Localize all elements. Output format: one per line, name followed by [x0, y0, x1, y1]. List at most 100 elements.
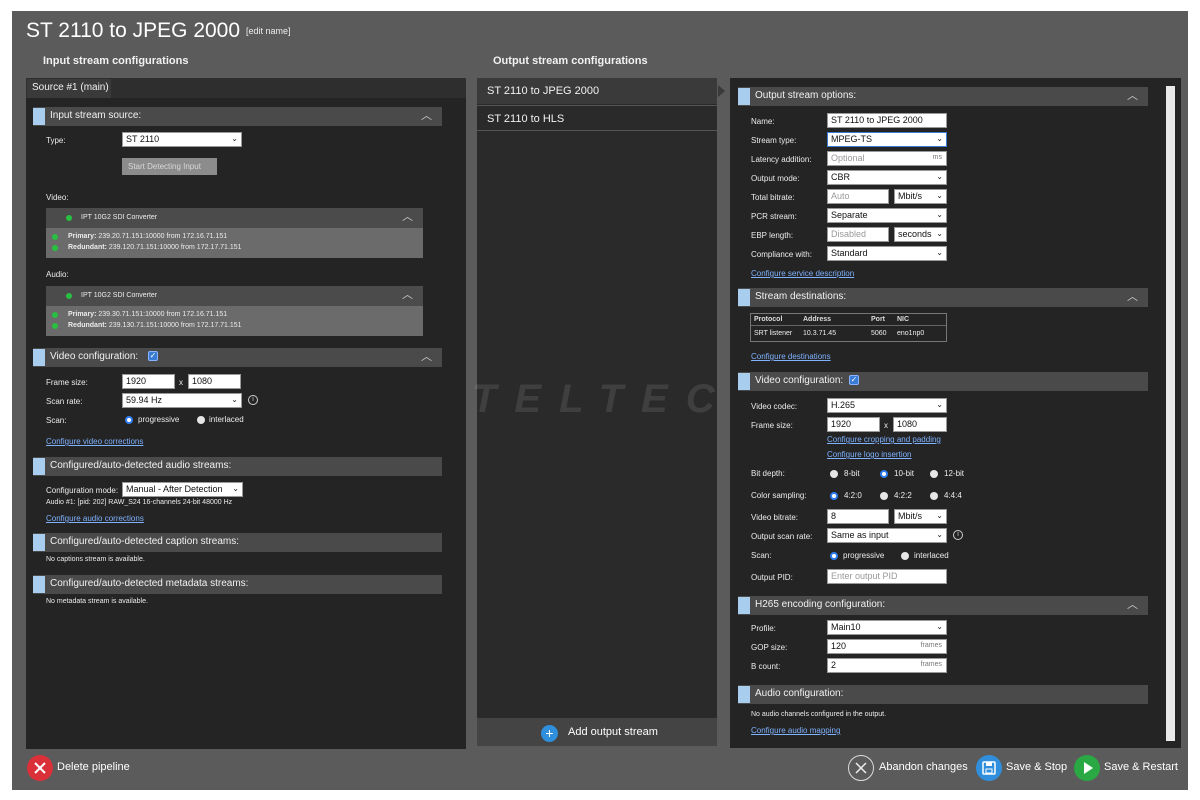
bcount-input[interactable]: 2 frames: [827, 658, 947, 673]
interlaced-radio[interactable]: [197, 416, 205, 424]
out-height-input[interactable]: 1080: [893, 417, 947, 432]
chevron-down-icon: ⌄: [936, 400, 943, 409]
input-type-select[interactable]: ST 2110 ⌄: [122, 132, 242, 147]
progressive-label: progressive: [138, 415, 180, 424]
chevron-down-icon: ⌄: [936, 530, 943, 539]
destinations-section[interactable]: Stream destinations: ︿: [738, 288, 1148, 307]
stream-type-select[interactable]: MPEG-TS ⌄: [827, 132, 947, 147]
abandon-changes-button[interactable]: [848, 755, 874, 781]
output-options-section[interactable]: Output stream options: ︿: [738, 87, 1148, 106]
add-output-stream-button[interactable]: + Add output stream: [477, 718, 717, 746]
info-icon[interactable]: i: [953, 530, 963, 540]
type-label: Type:: [46, 136, 66, 145]
frame-width-input[interactable]: 1920: [122, 374, 175, 389]
info-icon[interactable]: i: [248, 395, 258, 405]
sampling-444-radio[interactable]: [930, 492, 938, 500]
chevron-up-icon[interactable]: ︿: [1127, 87, 1138, 103]
name-input[interactable]: ST 2110 to JPEG 2000: [827, 113, 947, 128]
output-video-section[interactable]: Video configuration: ✓: [738, 372, 1148, 391]
depth-10-radio[interactable]: [880, 470, 888, 478]
progressive-radio[interactable]: [125, 416, 133, 424]
chevron-up-icon[interactable]: ︿: [1127, 596, 1138, 612]
output-audio-section[interactable]: Audio configuration:: [738, 685, 1148, 704]
section-title: Configured/auto-detected caption streams…: [50, 536, 239, 547]
out-interlaced-label: interlaced: [914, 551, 949, 560]
configure-cropping-link[interactable]: Configure cropping and padding: [827, 435, 941, 444]
video-enable-checkbox[interactable]: ✓: [148, 351, 158, 361]
chevron-down-icon: ⌄: [936, 622, 943, 631]
audio-streams-section[interactable]: Configured/auto-detected audio streams:: [33, 457, 442, 476]
redundant-status-dot-icon: [52, 245, 58, 251]
delete-pipeline-label[interactable]: Delete pipeline: [57, 761, 130, 773]
latency-input[interactable]: Optional ms: [827, 151, 947, 166]
compliance-select[interactable]: Standard ⌄: [827, 246, 947, 261]
gop-input[interactable]: 120 frames: [827, 639, 947, 654]
chevron-up-icon[interactable]: ︿: [402, 286, 413, 302]
output-mode-select[interactable]: CBR ⌄: [827, 170, 947, 185]
chevron-up-icon[interactable]: ︿: [421, 348, 432, 364]
bcount-label: B count:: [751, 662, 781, 671]
chevron-up-icon[interactable]: ︿: [402, 208, 413, 224]
video-codec-select[interactable]: H.265 ⌄: [827, 398, 947, 413]
h265-section[interactable]: H265 encoding configuration: ︿: [738, 596, 1148, 615]
sampling-422-radio[interactable]: [880, 492, 888, 500]
configure-audio-mapping-link[interactable]: Configure audio mapping: [751, 726, 840, 735]
chevron-down-icon: ⌄: [231, 134, 238, 143]
delete-pipeline-button[interactable]: [27, 755, 53, 781]
save-stop-label[interactable]: Save & Stop: [1006, 761, 1067, 773]
save-restart-button[interactable]: [1074, 755, 1100, 781]
chevron-up-icon[interactable]: ︿: [421, 107, 432, 123]
output-config-panel: Output stream options: ︿ Name: ST 2110 t…: [730, 78, 1181, 748]
metadata-streams-section[interactable]: Configured/auto-detected metadata stream…: [33, 575, 442, 594]
save-restart-label[interactable]: Save & Restart: [1104, 761, 1178, 773]
section-marker: [33, 458, 45, 475]
chevron-up-icon[interactable]: ︿: [1127, 288, 1138, 304]
out-interlaced-radio[interactable]: [901, 552, 909, 560]
output-video-checkbox[interactable]: ✓: [849, 375, 859, 385]
caption-streams-section[interactable]: Configured/auto-detected caption streams…: [33, 533, 442, 552]
out-progressive-radio[interactable]: [830, 552, 838, 560]
pcr-select[interactable]: Separate ⌄: [827, 208, 947, 223]
ebp-unit-select[interactable]: seconds ⌄: [894, 227, 947, 242]
input-source-section[interactable]: Input stream source: ︿: [33, 107, 442, 126]
save-stop-button[interactable]: [976, 755, 1002, 781]
output-item-1[interactable]: ST 2110 to JPEG 2000: [477, 78, 717, 104]
bitrate-unit-select[interactable]: Mbit/s ⌄: [894, 189, 947, 204]
tab-source-1[interactable]: Source #1 (main): [27, 79, 111, 98]
sampling-420-radio[interactable]: [830, 492, 838, 500]
video-config-section[interactable]: Video configuration: ✓ ︿: [33, 348, 442, 367]
section-title: Audio configuration:: [755, 688, 844, 699]
out-width-input[interactable]: 1920: [827, 417, 880, 432]
abandon-changes-label[interactable]: Abandon changes: [879, 761, 968, 773]
frame-height-input[interactable]: 1080: [188, 374, 241, 389]
ebp-input[interactable]: Disabled: [827, 227, 889, 242]
scan-rate-select[interactable]: 59.94 Hz ⌄: [122, 393, 242, 408]
pcr-label: PCR stream:: [751, 212, 797, 221]
configure-video-corrections-link[interactable]: Configure video corrections: [46, 437, 143, 446]
configure-audio-corrections-link[interactable]: Configure audio corrections: [46, 514, 144, 523]
output-pid-input[interactable]: Enter output PID: [827, 569, 947, 584]
profile-select[interactable]: Main10 ⌄: [827, 620, 947, 635]
depth-12-label: 12-bit: [944, 469, 965, 478]
output-item-2[interactable]: ST 2110 to HLS: [477, 105, 717, 131]
configure-destinations-link[interactable]: Configure destinations: [751, 352, 831, 361]
configure-service-link[interactable]: Configure service description: [751, 269, 854, 278]
video-bitrate-label: Video bitrate:: [751, 513, 798, 522]
total-bitrate-input[interactable]: Auto: [827, 189, 889, 204]
video-bitrate-unit-select[interactable]: Mbit/s ⌄: [894, 509, 947, 524]
video-bitrate-input[interactable]: 8: [827, 509, 889, 524]
config-mode-select[interactable]: Manual - After Detection ⌄: [122, 482, 243, 497]
audio-source-box[interactable]: IPT 10G2 SDI Converter ︿ Primary: 239.30…: [46, 286, 423, 336]
col-port: Port: [871, 316, 885, 323]
scrollbar[interactable]: [1166, 86, 1175, 741]
video-source-box[interactable]: IPT 10G2 SDI Converter ︿ Primary: 239.20…: [46, 208, 423, 258]
section-title: Configured/auto-detected audio streams:: [50, 460, 232, 471]
output-scan-rate-select[interactable]: Same as input ⌄: [827, 528, 947, 543]
depth-12-radio[interactable]: [930, 470, 938, 478]
start-detecting-button[interactable]: Start Detecting Input: [122, 158, 217, 175]
output-mode-label: Output mode:: [751, 174, 800, 183]
depth-8-radio[interactable]: [830, 470, 838, 478]
configure-logo-link[interactable]: Configure logo insertion: [827, 450, 912, 459]
edit-name-link[interactable]: [edit name]: [246, 26, 291, 36]
sampling-420-label: 4:2:0: [844, 491, 862, 500]
